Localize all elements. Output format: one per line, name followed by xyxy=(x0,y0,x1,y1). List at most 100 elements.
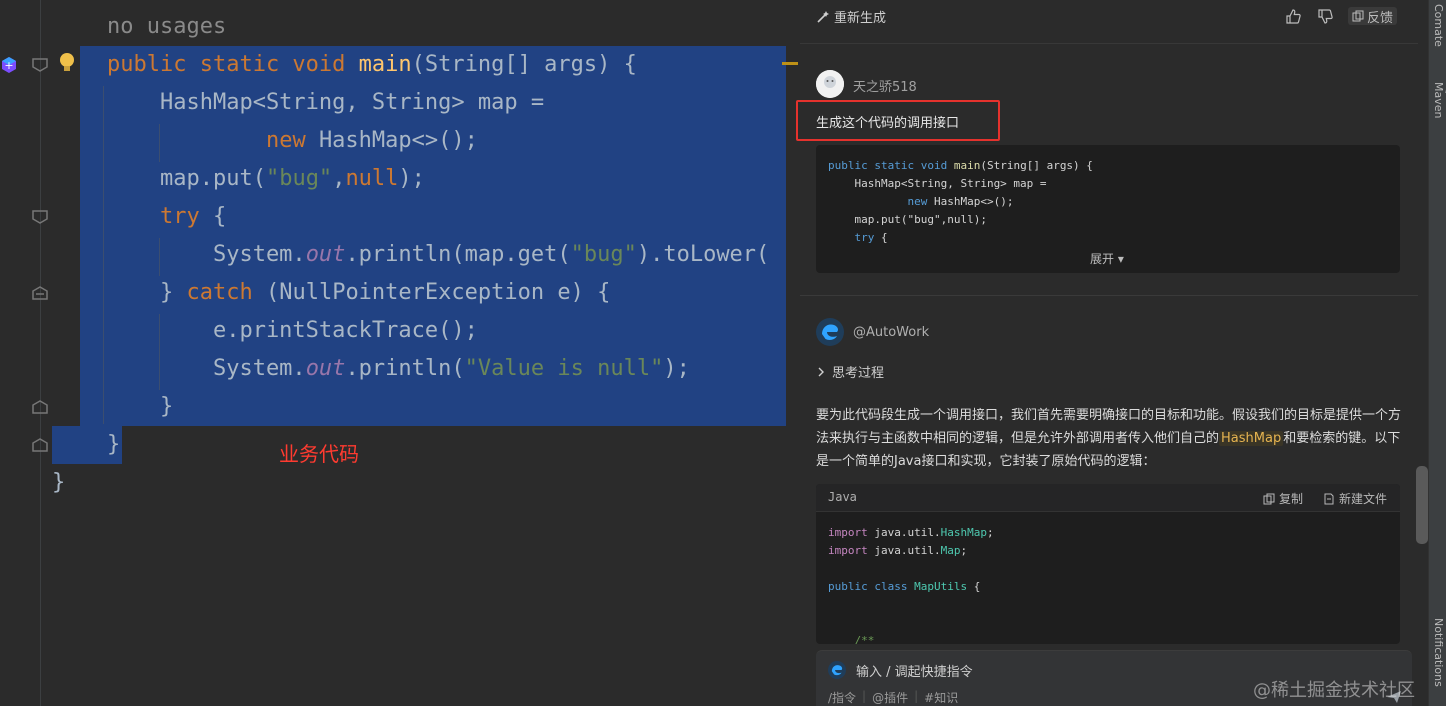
code-token: MapUtils xyxy=(914,580,968,593)
usage-hint: no usages xyxy=(107,14,227,39)
code-token: ; xyxy=(986,526,994,539)
code-token: out xyxy=(305,242,346,267)
code-token: main xyxy=(358,52,412,77)
code-language: Java xyxy=(828,490,857,504)
code-line: } xyxy=(107,426,120,464)
code-line: public static void main(String[] args) { xyxy=(828,157,1093,175)
code-line: System.out.println("Value is null"); xyxy=(107,350,690,388)
code-token: ).toLower( xyxy=(636,242,770,267)
highlight-box xyxy=(796,100,1000,141)
tab-maven[interactable]: m Maven xyxy=(1432,82,1446,118)
fold-marker[interactable] xyxy=(32,438,48,452)
new-file-label: 新建文件 xyxy=(1339,492,1388,506)
indent-guide xyxy=(103,86,104,424)
code-token: System. xyxy=(107,356,306,381)
ai-avatar xyxy=(816,318,844,346)
ai-response-text: 要为此代码段生成一个调用接口，我们首先需要明确接口的目标和功能。假设我们的目标是… xyxy=(816,404,1404,473)
plugin-action-icon[interactable]: + xyxy=(0,56,18,78)
input-placeholder: 输入 / 调起快捷指令 xyxy=(856,665,973,680)
code-token: out xyxy=(305,356,346,381)
code-line: HashMap<String, String> map = xyxy=(828,175,1046,193)
code-token: .println(map.get( xyxy=(345,242,571,267)
inline-code: HashMap xyxy=(1219,431,1284,446)
watermark: @稀土掘金技术社区 xyxy=(1253,680,1415,701)
code-line: import java.util.Map; xyxy=(828,542,967,560)
annotation-label: 业务代码 xyxy=(279,442,359,466)
thinking-label: 思考过程 xyxy=(832,366,885,381)
regenerate-button[interactable]: 重新生成 xyxy=(816,7,886,26)
code-token: main xyxy=(953,159,981,172)
user-avatar xyxy=(816,70,844,98)
expand-button[interactable]: 展开 ▾ xyxy=(1090,250,1124,267)
thumbs-down-icon xyxy=(1318,8,1333,24)
code-token: /** xyxy=(828,634,875,644)
tab-notifications[interactable]: Notifications xyxy=(1432,618,1446,706)
code-token: , xyxy=(332,166,346,191)
code-token: { xyxy=(212,204,227,229)
panel-scrollbar-track[interactable] xyxy=(1418,0,1428,706)
code-token: public class xyxy=(828,580,915,593)
code-line: new HashMap<>(); xyxy=(107,122,478,160)
code-line: } xyxy=(107,388,173,426)
plugin-tool[interactable]: @插件 xyxy=(872,689,908,706)
code-token: map.put( xyxy=(107,166,266,191)
code-token: new xyxy=(265,128,319,153)
fold-marker[interactable] xyxy=(32,210,48,224)
code-token: ; xyxy=(960,544,968,557)
fold-marker[interactable] xyxy=(32,400,48,414)
code-token: try xyxy=(828,231,881,244)
thumbs-up-icon xyxy=(1286,8,1301,24)
code-line: System.out.println(map.get("bug").toLowe… xyxy=(107,236,769,274)
code-token: { xyxy=(880,231,888,244)
code-token: HashMap<>(); xyxy=(318,128,478,153)
code-line-closing: } xyxy=(52,470,66,495)
code-block-header: Java 复制 新建文件 xyxy=(816,484,1400,512)
code-token: ); xyxy=(398,166,425,191)
command-tool[interactable]: /指令 xyxy=(828,689,856,706)
gutter-divider xyxy=(40,0,41,706)
code-line: e.printStackTrace(); xyxy=(107,312,478,350)
code-token: public static void xyxy=(828,159,954,172)
code-token: HashMap xyxy=(940,526,987,539)
code-token: { xyxy=(967,580,981,593)
copy-icon xyxy=(1263,493,1275,504)
warning-marker[interactable] xyxy=(782,62,798,65)
tab-notifications-label: Notifications xyxy=(1432,618,1445,687)
fold-marker[interactable] xyxy=(32,286,48,300)
copy-label: 复制 xyxy=(1279,492,1304,506)
thinking-toggle[interactable]: 思考过程 xyxy=(816,362,884,381)
code-line: map.put("bug",null); xyxy=(828,211,987,229)
panel-scrollbar-thumb[interactable] xyxy=(1416,466,1428,544)
code-token: import xyxy=(828,526,875,539)
code-token: catch xyxy=(186,280,266,305)
user-name: 天之骄518 xyxy=(853,80,917,95)
fold-marker[interactable] xyxy=(32,58,48,72)
code-token: (String[] args) { xyxy=(980,159,1093,172)
code-token: (String[] args) { xyxy=(411,52,637,77)
lightbulb-icon[interactable] xyxy=(58,52,76,78)
code-token: } xyxy=(107,394,174,419)
like-button[interactable] xyxy=(1286,7,1301,25)
tab-comate[interactable]: Comate xyxy=(1432,4,1445,47)
code-line: try { xyxy=(828,229,888,247)
dislike-button[interactable] xyxy=(1318,7,1333,25)
code-token: } xyxy=(107,280,187,305)
code-editor[interactable]: no usages + public static void main(Stri… xyxy=(0,0,800,706)
copy-button[interactable]: 复制 xyxy=(1263,490,1303,507)
response-toolbar: 重新生成 反馈 xyxy=(800,0,1418,44)
new-file-button[interactable]: 新建文件 xyxy=(1323,490,1387,507)
magic-wand-icon xyxy=(817,10,829,23)
tab-maven-label: Maven xyxy=(1432,82,1445,119)
code-token: .println( xyxy=(345,356,465,381)
code-token: try xyxy=(159,204,213,229)
chevron-right-icon xyxy=(818,367,824,376)
code-token: map.put("bug",null); xyxy=(828,213,987,226)
knowledge-tool[interactable]: #知识 xyxy=(924,689,958,706)
svg-text:+: + xyxy=(4,59,13,72)
new-file-icon xyxy=(1324,493,1334,504)
feedback-button[interactable]: 反馈 xyxy=(1348,7,1398,26)
code-token: HashMap<>(); xyxy=(933,195,1014,208)
code-line: /** xyxy=(828,632,874,644)
input-tools: /指令 | @插件 | #知识 xyxy=(828,689,959,706)
